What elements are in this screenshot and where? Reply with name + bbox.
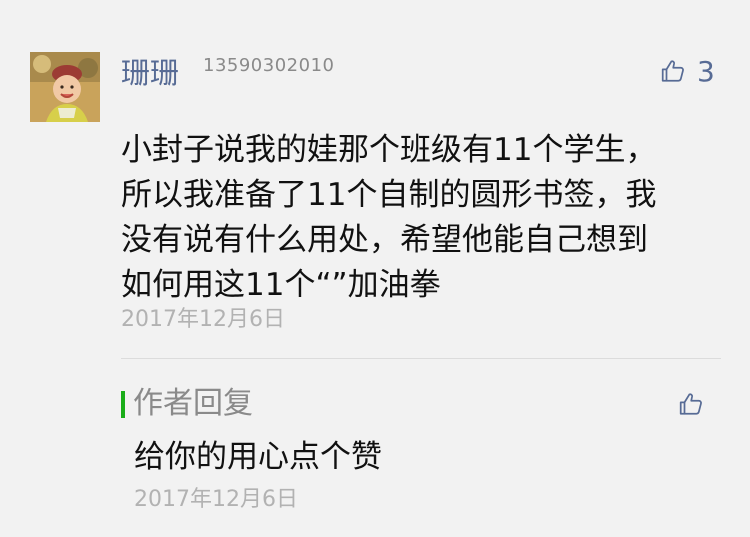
author-reply-label: 作者回复 — [133, 386, 253, 421]
comment-user-id: 13590302010 — [203, 55, 335, 76]
author-reply-like-button[interactable] — [678, 391, 704, 421]
comment-text-line: 小封子说我的娃那个班级有11个学生， — [121, 132, 657, 168]
author-reply-text: 给你的用心点个赞 — [134, 439, 382, 475]
comment-date: 2017年12月6日 — [121, 307, 285, 332]
divider — [121, 358, 721, 359]
author-reply-date: 2017年12月6日 — [134, 487, 298, 512]
avatar[interactable] — [30, 52, 100, 122]
comment-like-button[interactable] — [660, 58, 686, 84]
comment-text-line: 所以我准备了11个自制的圆形书签，我 — [121, 177, 657, 213]
avatar-photo — [30, 52, 100, 122]
author-reply-accent-bar — [121, 391, 125, 418]
thumbs-up-icon — [679, 393, 702, 415]
comment-page: 珊珊 13590302010 3 小封子说我的娃那个班级有11个学生， 所以我准… — [0, 0, 750, 537]
comment-username[interactable]: 珊珊 — [121, 56, 179, 90]
comment-text-line: 没有说有什么用处，希望他能自己想到 — [121, 222, 648, 258]
comment-text-line: 如何用这11个“”加油拳 — [121, 267, 441, 303]
comment-text: 小封子说我的娃那个班级有11个学生， 所以我准备了11个自制的圆形书签，我 没有… — [121, 128, 721, 308]
comment-like-count: 3 — [697, 55, 715, 88]
thumbs-up-icon — [661, 60, 684, 82]
